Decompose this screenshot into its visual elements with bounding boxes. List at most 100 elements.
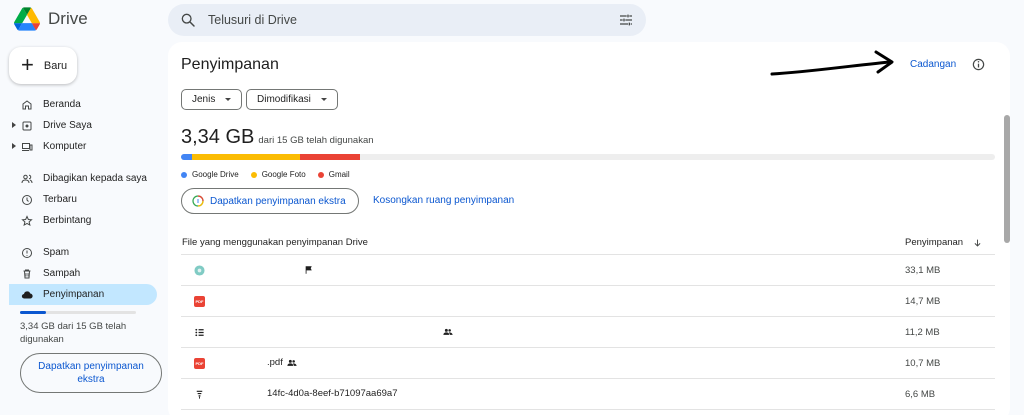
files-table-header: File yang menggunakan penyimpanan Drive …	[181, 235, 995, 255]
sidebar-item-spam[interactable]: Spam	[0, 242, 165, 263]
google-one-icon	[192, 195, 204, 207]
flag-icon	[305, 266, 312, 274]
shared-people-icon	[443, 328, 453, 335]
legend-label: Google Foto	[261, 170, 306, 179]
app-title: Drive	[48, 9, 88, 28]
plus-icon: +	[21, 51, 34, 77]
sidebar-item-label: Terbaru	[43, 194, 77, 205]
star-icon	[21, 214, 33, 227]
sidebar-item-my-drive[interactable]: Drive Saya	[0, 115, 165, 136]
segment-gmail	[299, 154, 361, 160]
sidebar-nav: Beranda Drive Saya Komputer Dibagikan ke…	[0, 94, 165, 305]
free-up-space-link[interactable]: Kosongkan ruang penyimpanan	[373, 195, 514, 206]
spam-icon	[21, 247, 33, 259]
sidebar-item-trash[interactable]: Sampah	[0, 263, 165, 284]
photo-file-icon	[194, 265, 205, 276]
annotation-arrow-icon	[770, 50, 894, 76]
sidebar-storage-meter-fill	[20, 311, 46, 314]
file-name: .pdf	[267, 357, 283, 368]
legend-dot	[181, 171, 187, 178]
table-row[interactable]: 11,2 MB	[181, 317, 995, 348]
sidebar-item-label: Berbintang	[43, 215, 92, 226]
sidebar-item-label: Sampah	[43, 268, 81, 279]
my-drive-icon	[21, 120, 33, 132]
drive-logo-icon	[14, 7, 40, 31]
backup-link[interactable]: Cadangan	[910, 59, 956, 70]
computer-icon	[21, 141, 33, 153]
table-row[interactable]: 14fc-4d0a-8eef-b71097aa69a7 6,6 MB	[181, 379, 995, 410]
chevron-down-icon	[225, 98, 232, 101]
legend-dot	[250, 171, 257, 178]
search-bar[interactable]	[168, 4, 646, 36]
sidebar-item-label: Komputer	[43, 141, 87, 152]
file-name: 14fc-4d0a-8eef-b71097aa69a7	[267, 388, 398, 399]
chevron-down-icon	[320, 98, 327, 101]
legend-item-google-photos: Google Foto	[250, 170, 306, 179]
shared-icon	[21, 173, 33, 185]
table-row[interactable]: PDF .pdf 10,7 MB	[181, 348, 995, 379]
pdf-file-icon: PDF	[194, 296, 205, 307]
table-row[interactable]: PDF 14,7 MB	[181, 286, 995, 317]
type-filter-chip[interactable]: Jenis	[181, 89, 243, 110]
home-icon	[21, 99, 33, 111]
used-suffix: dari 15 GB telah digunakan	[258, 135, 374, 146]
sidebar-storage-meter	[20, 311, 136, 314]
modified-filter-chip[interactable]: Dimodifikasi	[246, 89, 338, 110]
expand-caret-icon[interactable]	[12, 122, 16, 128]
column-header-storage[interactable]: Penyimpanan	[905, 237, 982, 248]
sidebar-item-shared[interactable]: Dibagikan kepada saya	[0, 168, 165, 189]
sort-arrow-down-icon[interactable]	[973, 238, 982, 248]
search-icon[interactable]	[180, 12, 196, 28]
sidebar-item-label: Beranda	[43, 99, 81, 110]
new-button[interactable]: + Baru	[9, 47, 77, 84]
get-extra-storage-button[interactable]: Dapatkan penyimpanan ekstra	[181, 188, 359, 214]
segment-google-drive	[181, 154, 193, 160]
legend-item-gmail: Gmail	[317, 170, 350, 179]
file-size: 33,1 MB	[905, 265, 941, 276]
column-header-storage-label: Penyimpanan	[905, 237, 964, 248]
segment-google-photos	[192, 154, 300, 160]
sidebar-item-label: Dibagikan kepada saya	[43, 173, 147, 184]
list-file-icon	[195, 328, 204, 337]
sidebar-item-label: Penyimpanan	[43, 289, 105, 300]
pdf-file-icon: PDF	[194, 358, 205, 369]
get-extra-storage-label: Dapatkan penyimpanan ekstra	[210, 195, 346, 207]
new-button-label: Baru	[43, 59, 68, 72]
legend-label: Google Drive	[192, 170, 239, 179]
storage-legend: Google Drive Google Foto Gmail	[181, 170, 350, 179]
get-storage-button[interactable]: Dapatkan penyimpanan ekstra	[20, 353, 162, 393]
sidebar-item-storage[interactable]: Penyimpanan	[9, 284, 157, 305]
storage-usage-bar	[181, 154, 995, 160]
search-options-icon[interactable]	[618, 12, 634, 28]
sidebar-item-recent[interactable]: Terbaru	[0, 189, 165, 210]
file-size: 10,7 MB	[905, 358, 941, 369]
legend-dot	[317, 171, 324, 178]
type-filter-label: Jenis	[192, 94, 216, 105]
modified-filter-label: Dimodifikasi	[257, 94, 311, 105]
sidebar-item-starred[interactable]: Berbintang	[0, 210, 165, 231]
column-header-files: File yang menggunakan penyimpanan Drive	[182, 237, 368, 248]
file-size: 14,7 MB	[905, 296, 941, 307]
filter-file-icon	[196, 390, 203, 399]
page-title: Penyimpanan	[181, 56, 279, 73]
legend-item-google-drive: Google Drive	[181, 170, 239, 179]
sidebar-item-home[interactable]: Beranda	[0, 94, 165, 115]
scrollbar[interactable]	[1004, 115, 1010, 243]
sidebar-item-label: Drive Saya	[43, 120, 92, 131]
file-size: 11,2 MB	[905, 327, 940, 338]
used-amount: 3,34 GB	[181, 126, 255, 148]
info-icon[interactable]	[972, 58, 985, 71]
sidebar-storage-text: 3,34 GB dari 15 GB telah digunakan	[20, 321, 127, 345]
sidebar-item-computers[interactable]: Komputer	[0, 136, 165, 157]
sidebar-item-label: Spam	[43, 247, 70, 258]
storage-panel: Penyimpanan Cadangan Jenis Dimodifikasi …	[168, 42, 1010, 415]
expand-caret-icon[interactable]	[12, 143, 16, 149]
legend-label: Gmail	[328, 170, 350, 179]
table-row[interactable]: 33,1 MB	[181, 255, 995, 286]
storage-usage-summary: 3,34 GB dari 15 GB telah digunakan	[181, 126, 374, 149]
drive-logo[interactable]: Drive	[14, 7, 88, 31]
cloud-icon	[21, 289, 33, 301]
shared-people-icon	[287, 359, 297, 366]
trash-icon	[21, 268, 33, 280]
search-input[interactable]	[208, 13, 618, 27]
